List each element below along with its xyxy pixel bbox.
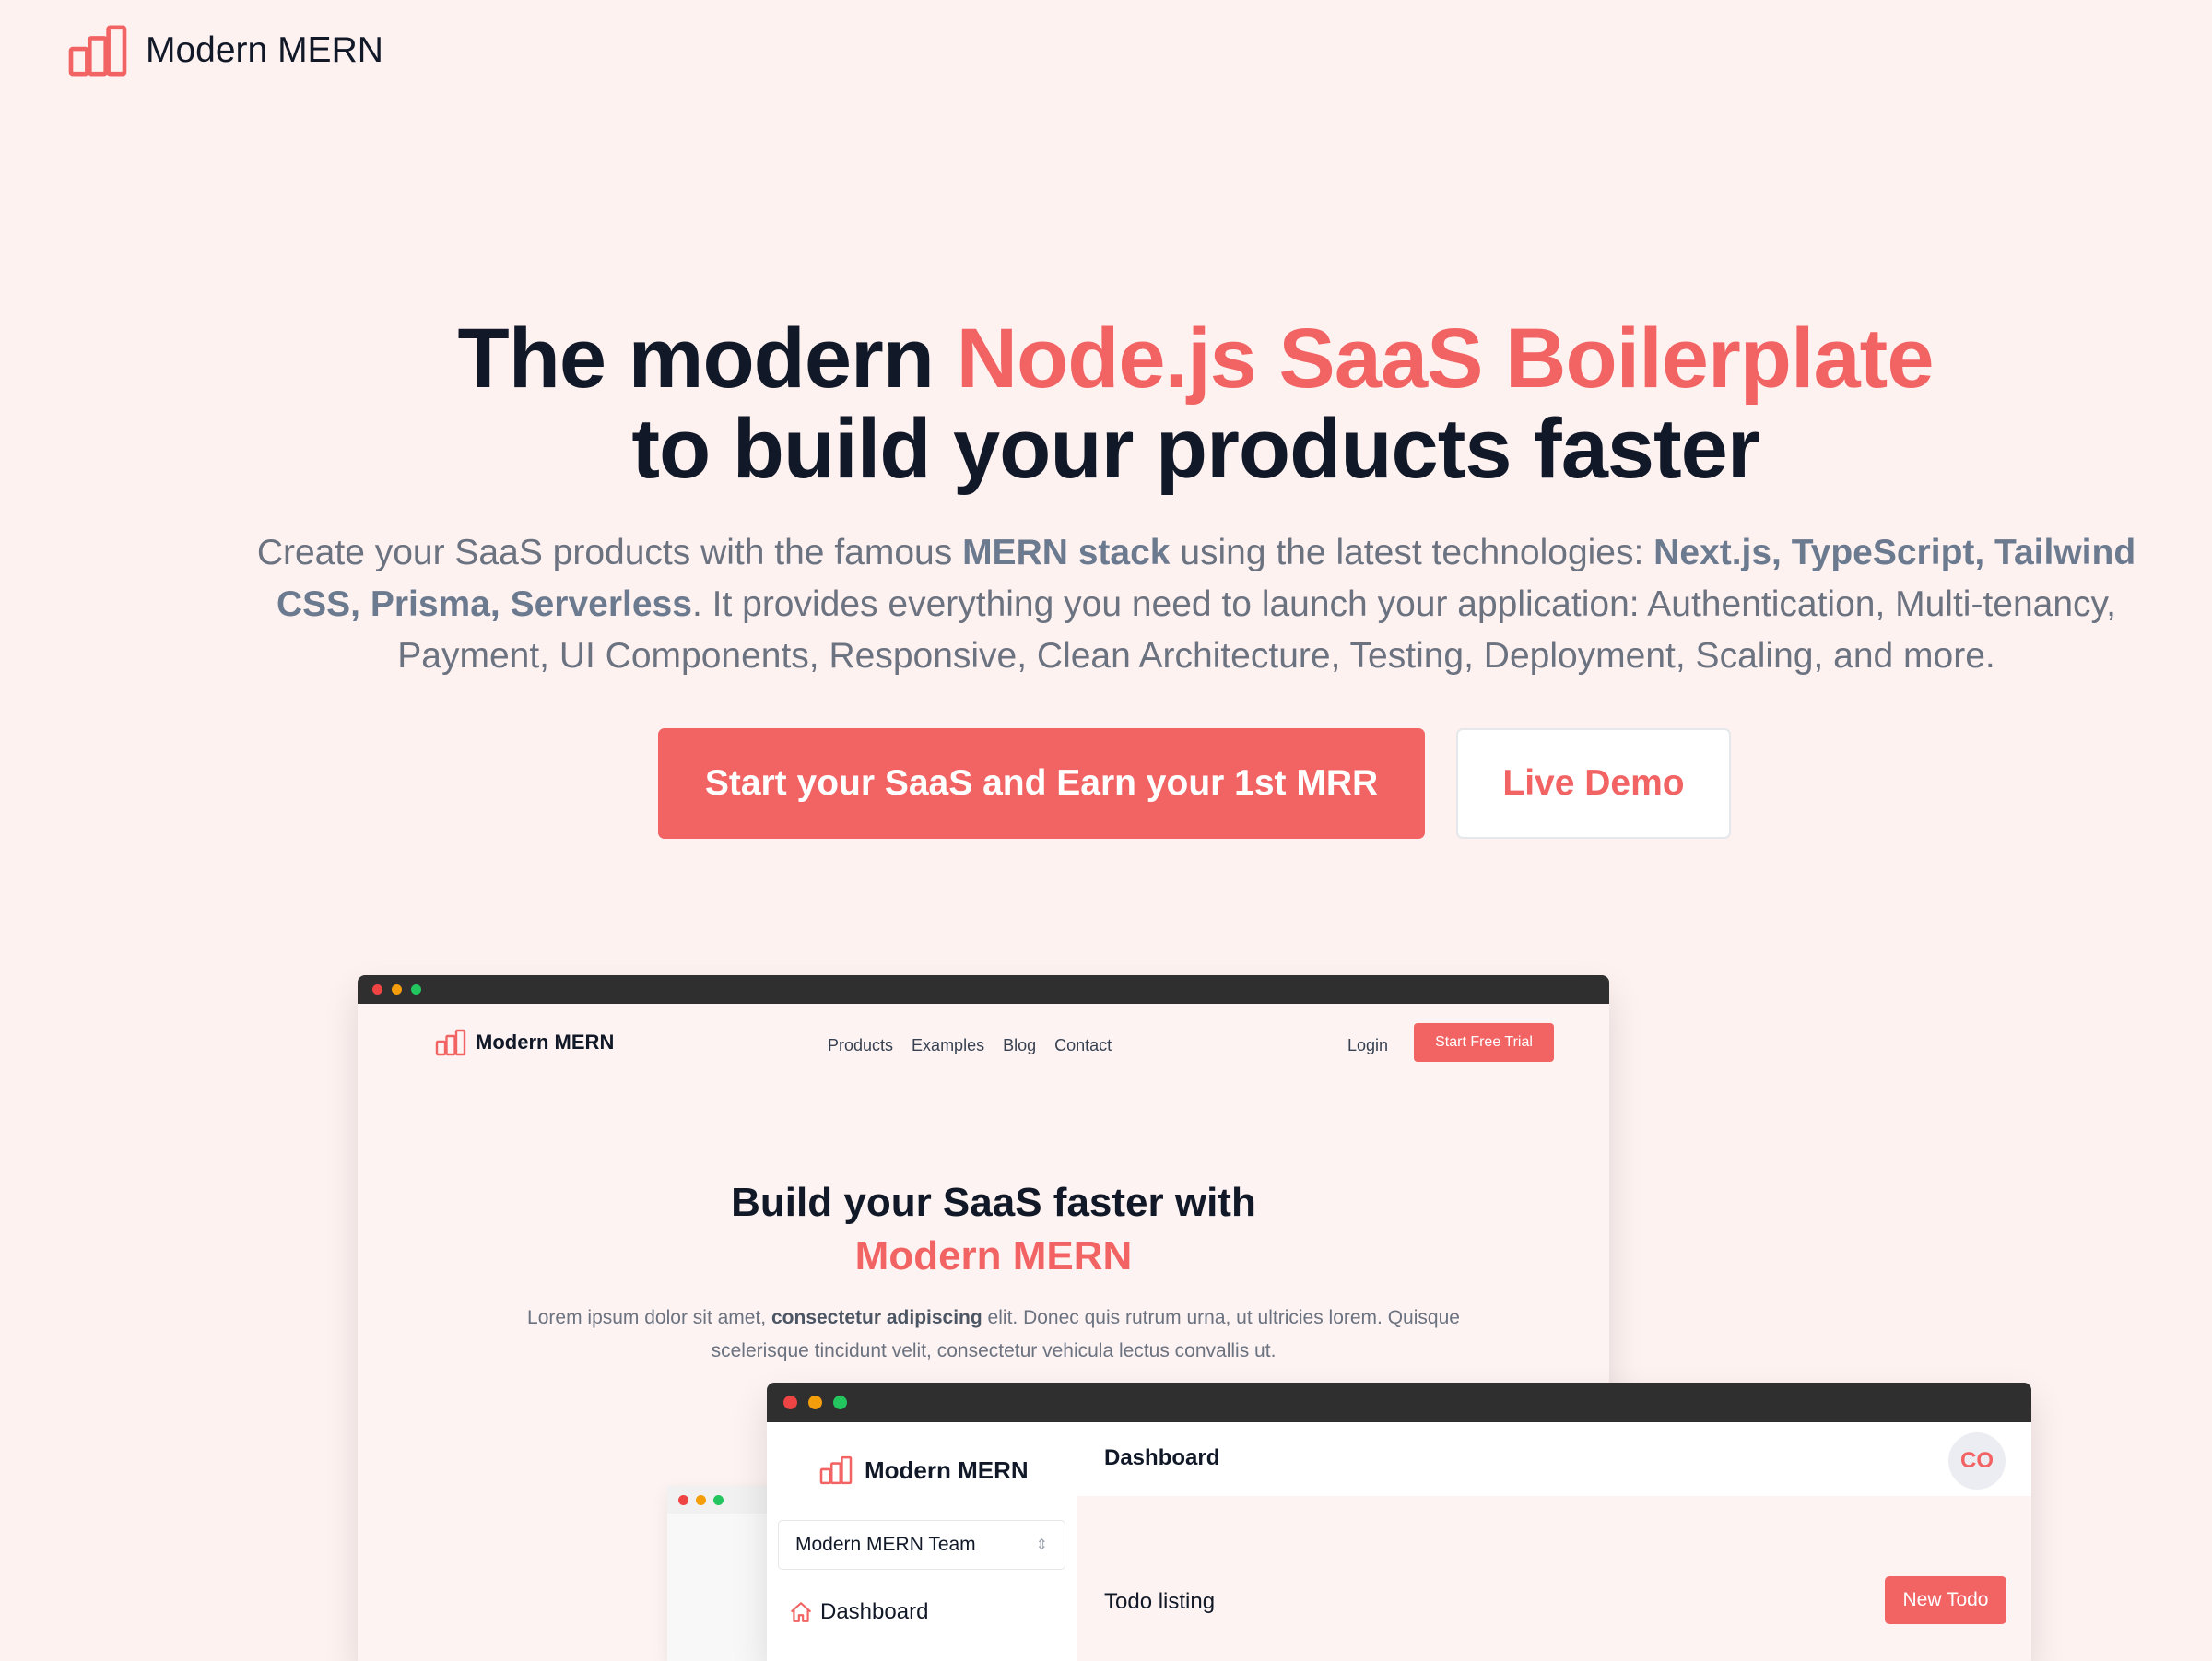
- preview-brand: Modern MERN: [435, 1029, 614, 1056]
- new-todo-button: New Todo: [1885, 1576, 2006, 1624]
- nav-products: Products: [828, 1036, 894, 1054]
- brand-name: Modern MERN: [146, 30, 383, 70]
- nav-contact: Contact: [1054, 1036, 1112, 1054]
- maximize-dot-icon: [713, 1494, 724, 1505]
- hero-title: The modern Node.js SaaS Boilerplate to b…: [457, 312, 1935, 496]
- live-demo-button[interactable]: Live Demo: [1456, 728, 1731, 839]
- chevron-up-down-icon: ⇕: [1035, 1537, 1048, 1553]
- minimize-dot-icon: [696, 1494, 706, 1505]
- close-dot-icon: [372, 984, 382, 995]
- hero-title-accent: Node.js SaaS Boilerplate: [956, 312, 1935, 406]
- team-selector: Modern MERN Team ⇕: [778, 1520, 1065, 1570]
- close-dot-icon: [783, 1396, 797, 1409]
- preview-description: Lorem ipsum dolor sit amet, consectetur …: [527, 1307, 1460, 1361]
- sidebar-item-dashboard: Dashboard: [789, 1599, 928, 1625]
- hero-description: Create your SaaS products with the famou…: [256, 533, 2136, 676]
- preview-login: Login: [1347, 1036, 1389, 1054]
- window-titlebar: [358, 975, 1609, 1004]
- site-brand[interactable]: Modern MERN: [66, 24, 383, 77]
- small-preview-window: [667, 1486, 778, 1661]
- dashboard-brand: Modern MERN: [818, 1455, 1029, 1485]
- preview-title: Build your SaaS faster with Modern MERN: [731, 1180, 1256, 1278]
- todo-listing-title: Todo listing: [1104, 1589, 1216, 1614]
- nav-blog: Blog: [1003, 1036, 1037, 1054]
- maximize-dot-icon: [411, 984, 421, 995]
- dashboard-sidebar: Modern MERN Modern MERN Team ⇕ Dashboard: [767, 1422, 1077, 1661]
- preview-trial-button: Start Free Trial: [1414, 1023, 1554, 1062]
- dashboard-header: [1077, 1422, 2031, 1496]
- minimize-dot-icon: [392, 984, 402, 995]
- bar-chart-logo-icon: [819, 1455, 853, 1485]
- window-titlebar: [767, 1383, 2031, 1422]
- nav-examples: Examples: [912, 1036, 985, 1054]
- bar-chart-logo-icon: [68, 25, 127, 77]
- maximize-dot-icon: [833, 1396, 847, 1409]
- home-icon: [791, 1602, 811, 1622]
- preview-nav: Products Examples Blog Contact: [828, 1036, 1112, 1055]
- start-saas-button[interactable]: Start your SaaS and Earn your 1st MRR: [658, 728, 1425, 839]
- dashboard-preview-window: Modern MERN Modern MERN Team ⇕ Dashboard…: [767, 1383, 2031, 1661]
- bar-chart-logo-icon: [435, 1029, 466, 1056]
- minimize-dot-icon: [808, 1396, 822, 1409]
- avatar: CO: [1948, 1432, 2006, 1490]
- dashboard-title: Dashboard: [1104, 1445, 1220, 1470]
- close-dot-icon: [678, 1494, 688, 1505]
